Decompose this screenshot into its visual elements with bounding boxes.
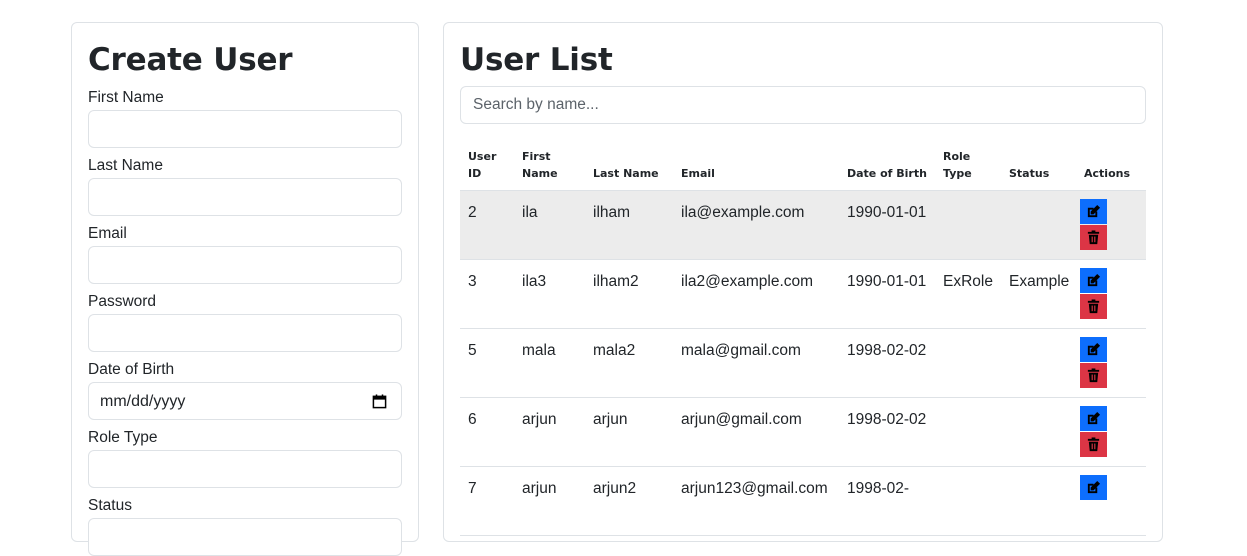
cell-status xyxy=(1001,190,1076,260)
header-status: Status xyxy=(1001,140,1076,191)
table-row: 2 ila ilham ila@example.com 1990-01-01 xyxy=(460,190,1146,260)
last-name-label: Last Name xyxy=(88,157,163,174)
trash-icon xyxy=(1087,368,1100,383)
cell-user-id: 5 xyxy=(460,328,514,398)
table-row: 3 ila3 ilham2 ila2@example.com 1990-01-0… xyxy=(460,259,1146,329)
cell-email: arjun@gmail.com xyxy=(673,397,839,467)
user-list-card: User List User ID First Name Last Name E… xyxy=(443,22,1163,542)
edit-button[interactable] xyxy=(1080,406,1107,431)
cell-email: ila@example.com xyxy=(673,190,839,260)
cell-last-name: arjun xyxy=(585,397,673,467)
cell-date-of-birth: 1998-02-02 xyxy=(839,328,935,398)
cell-last-name: ilham xyxy=(585,190,673,260)
cell-first-name: arjun xyxy=(514,397,585,467)
first-name-input[interactable] xyxy=(88,110,402,148)
header-last-name: Last Name xyxy=(585,140,673,191)
delete-button[interactable] xyxy=(1080,225,1107,250)
calendar-icon[interactable] xyxy=(372,394,387,409)
role-type-input[interactable] xyxy=(88,450,402,488)
cell-first-name: arjun xyxy=(514,466,585,536)
cell-first-name: mala xyxy=(514,328,585,398)
edit-button[interactable] xyxy=(1080,268,1107,293)
cell-role-type xyxy=(935,466,1001,536)
cell-status xyxy=(1001,466,1076,536)
cell-actions xyxy=(1076,259,1146,329)
table-row: 5 mala mala2 mala@gmail.com 1998-02-02 xyxy=(460,328,1146,398)
header-user-id: User ID xyxy=(460,140,514,191)
user-list-title: User List xyxy=(460,42,613,78)
header-date-of-birth: Date of Birth xyxy=(839,140,935,191)
cell-date-of-birth: 1998-02- xyxy=(839,466,935,536)
edit-icon xyxy=(1087,273,1101,287)
search-input[interactable] xyxy=(460,86,1146,124)
edit-icon xyxy=(1087,480,1101,494)
cell-first-name: ila xyxy=(514,190,585,260)
date-of-birth-label: Date of Birth xyxy=(88,361,175,378)
cell-date-of-birth: 1990-01-01 xyxy=(839,190,935,260)
header-role-type: Role Type xyxy=(935,140,1001,191)
create-user-card: Create User First Name Last Name Email P… xyxy=(71,22,419,556)
first-name-label: First Name xyxy=(88,89,164,106)
cell-user-id: 3 xyxy=(460,259,514,329)
edit-icon xyxy=(1087,411,1101,425)
user-table: User ID First Name Last Name Email Date … xyxy=(460,140,1146,536)
cell-role-type xyxy=(935,397,1001,467)
status-label: Status xyxy=(88,497,132,514)
table-row: 6 arjun arjun arjun@gmail.com 1998-02-02 xyxy=(460,397,1146,467)
header-email: Email xyxy=(673,140,839,191)
edit-icon xyxy=(1087,342,1101,356)
cell-user-id: 2 xyxy=(460,190,514,260)
cell-role-type xyxy=(935,328,1001,398)
cell-actions xyxy=(1076,466,1146,536)
cell-actions xyxy=(1076,328,1146,398)
cell-last-name: mala2 xyxy=(585,328,673,398)
cell-last-name: arjun2 xyxy=(585,466,673,536)
edit-button[interactable] xyxy=(1080,199,1107,224)
status-input[interactable] xyxy=(88,518,402,556)
last-name-input[interactable] xyxy=(88,178,402,216)
edit-button[interactable] xyxy=(1080,337,1107,362)
cell-first-name: ila3 xyxy=(514,259,585,329)
cell-user-id: 6 xyxy=(460,397,514,467)
cell-date-of-birth: 1998-02-02 xyxy=(839,397,935,467)
email-label: Email xyxy=(88,225,127,242)
cell-actions xyxy=(1076,190,1146,260)
date-of-birth-placeholder: mm/dd/yyyy xyxy=(100,393,186,410)
cell-user-id: 7 xyxy=(460,466,514,536)
email-input[interactable] xyxy=(88,246,402,284)
cell-date-of-birth: 1990-01-01 xyxy=(839,259,935,329)
table-row: 7 arjun arjun2 arjun123@gmail.com 1998-0… xyxy=(460,466,1146,536)
cell-last-name: ilham2 xyxy=(585,259,673,329)
edit-icon xyxy=(1087,204,1101,218)
cell-email: arjun123@gmail.com xyxy=(673,466,839,536)
role-type-label: Role Type xyxy=(88,429,158,446)
delete-button[interactable] xyxy=(1080,294,1107,319)
password-label: Password xyxy=(88,293,157,310)
cell-status: Example xyxy=(1001,259,1076,329)
cell-role-type xyxy=(935,190,1001,260)
trash-icon xyxy=(1087,437,1100,452)
cell-status xyxy=(1001,328,1076,398)
edit-button[interactable] xyxy=(1080,475,1107,500)
cell-role-type: ExRole xyxy=(935,259,1001,329)
password-input[interactable] xyxy=(88,314,402,352)
header-first-name: First Name xyxy=(514,140,585,191)
delete-button[interactable] xyxy=(1080,432,1107,457)
create-user-title: Create User xyxy=(88,42,293,78)
cell-actions xyxy=(1076,397,1146,467)
delete-button[interactable] xyxy=(1080,363,1107,388)
cell-status xyxy=(1001,397,1076,467)
trash-icon xyxy=(1087,299,1100,314)
header-actions: Actions xyxy=(1076,140,1146,191)
date-of-birth-input[interactable]: mm/dd/yyyy xyxy=(88,382,402,420)
table-header-row: User ID First Name Last Name Email Date … xyxy=(460,140,1146,191)
trash-icon xyxy=(1087,230,1100,245)
cell-email: ila2@example.com xyxy=(673,259,839,329)
cell-email: mala@gmail.com xyxy=(673,328,839,398)
